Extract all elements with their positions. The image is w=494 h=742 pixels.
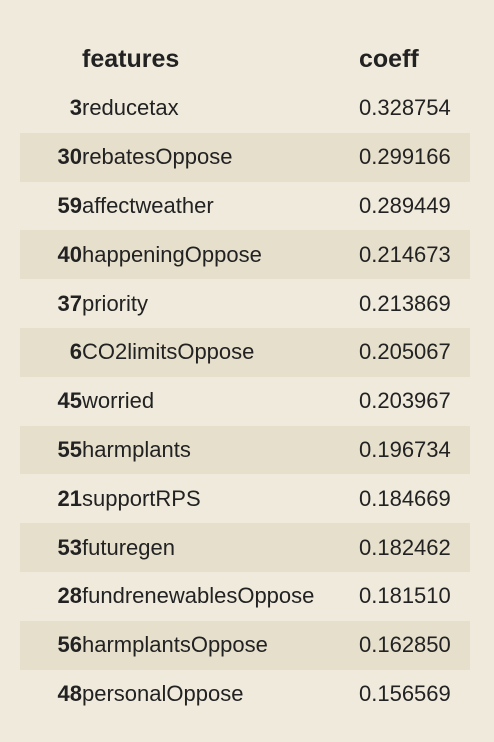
row-index: 21 [57, 485, 82, 511]
table-row: 6 CO2limitsOppose 0.205067 [20, 327, 470, 377]
feature-name-cell: reducetax [82, 95, 179, 121]
row-index: 40 [57, 241, 82, 267]
row-index: 53 [57, 534, 82, 560]
feature-name-cell: happeningOppose [82, 241, 262, 267]
table-row: 56 harmplantsOppose 0.162850 [20, 620, 470, 670]
feature-name-cell: fundrenewablesOppose [82, 583, 315, 609]
coeff-value-cell: 0.299166 [359, 144, 451, 170]
coefficients-table: features coeff 3 reducetax 0.328754 30 rebat… [20, 34, 470, 718]
table-header: features coeff [20, 34, 470, 84]
table-row: 55 harmplants 0.196734 [20, 425, 470, 475]
coeff-value-cell: 0.162850 [359, 632, 451, 658]
table-body: 3 reducetax 0.328754 30 rebatesOppose 0.29916… [20, 84, 470, 718]
coeff-value-cell: 0.205067 [359, 339, 451, 365]
row-index: 48 [57, 680, 82, 706]
coeff-value-cell: 0.156569 [359, 680, 451, 706]
feature-name-cell: worried [82, 388, 155, 414]
table-row: 3 reducetax 0.328754 [20, 84, 470, 133]
features-column-header: features [82, 44, 180, 73]
coeff-value-cell: 0.181510 [359, 583, 451, 609]
coeff-value-cell: 0.289449 [359, 192, 451, 218]
coeff-value-cell: 0.214673 [359, 241, 451, 267]
table-row: 48 personalOppose 0.156569 [20, 670, 470, 719]
table-row: 21 supportRPS 0.184669 [20, 474, 470, 523]
coeff-value-cell: 0.203967 [359, 388, 451, 414]
feature-name-cell: priority [82, 290, 149, 316]
coeff-value-cell: 0.328754 [359, 95, 451, 121]
coeff-value-cell: 0.184669 [359, 485, 451, 511]
coeff-value-cell: 0.213869 [359, 290, 451, 316]
feature-name-cell: rebatesOppose [82, 144, 233, 170]
row-index: 30 [57, 144, 82, 170]
row-index: 55 [57, 436, 82, 462]
feature-name-cell: CO2limitsOppose [82, 339, 255, 365]
coeff-value-cell: 0.196734 [359, 436, 451, 462]
row-index: 45 [57, 388, 82, 414]
coeff-value-cell: 0.182462 [359, 534, 451, 560]
row-index: 28 [57, 583, 82, 609]
table-row: 59 affectweather 0.289449 [20, 182, 470, 231]
table-row: 40 happeningOppose 0.214673 [20, 230, 470, 280]
feature-name-cell: futuregen [82, 534, 175, 560]
dataframe-output: features coeff 3 reducetax 0.328754 30 rebat… [0, 0, 494, 742]
table-row: 37 priority 0.213869 [20, 279, 470, 328]
index-column-header [20, 34, 82, 84]
coeff-column-header: coeff [359, 44, 419, 73]
header-row: features coeff [20, 34, 470, 84]
row-index: 37 [57, 290, 82, 316]
row-index: 59 [57, 192, 82, 218]
table-row: 30 rebatesOppose 0.299166 [20, 132, 470, 182]
table-row: 53 futuregen 0.182462 [20, 523, 470, 572]
row-index: 6 [69, 339, 82, 365]
feature-name-cell: affectweather [82, 192, 214, 218]
table-row: 45 worried 0.203967 [20, 377, 470, 426]
feature-name-cell: supportRPS [82, 485, 201, 511]
feature-name-cell: harmplants [82, 436, 191, 462]
table-row: 28 fundrenewablesOppose 0.181510 [20, 572, 470, 621]
row-index: 56 [57, 632, 82, 658]
row-index: 3 [69, 95, 82, 121]
feature-name-cell: harmplantsOppose [82, 632, 268, 658]
feature-name-cell: personalOppose [82, 680, 244, 706]
